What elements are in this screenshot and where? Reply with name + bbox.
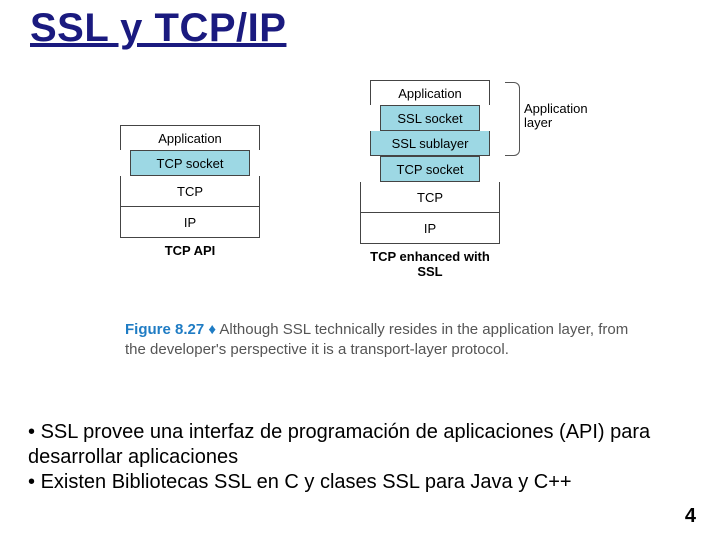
diagram: Application TCP socket TCP IP TCP API Ap… bbox=[110, 80, 610, 310]
bullet-1-text: SSL provee una interfaz de programación … bbox=[28, 421, 650, 468]
bullet-2-marker: • bbox=[28, 471, 41, 493]
bracket-icon bbox=[505, 82, 520, 156]
bullet-2-text: Existen Bibliotecas SSL en C y clases SS… bbox=[41, 471, 572, 493]
box-ip: IP bbox=[120, 207, 260, 238]
bullet-1-marker: • bbox=[28, 421, 41, 443]
figure-caption: Figure 8.27 ♦ Although SSL technically r… bbox=[125, 320, 635, 361]
slide-title: SSL y TCP/IP bbox=[30, 6, 286, 51]
right-stack: Application SSL socket SSL sublayer TCP … bbox=[360, 80, 500, 279]
box-ip-r: IP bbox=[360, 213, 500, 244]
box-tcp: TCP bbox=[120, 176, 260, 207]
figure-number: Figure 8.27 bbox=[125, 321, 204, 338]
bullet-list: • SSL provee una interfaz de programació… bbox=[28, 420, 693, 495]
bracket-label: Application layer bbox=[524, 102, 614, 131]
page-number: 4 bbox=[685, 505, 696, 528]
left-stack-label: TCP API bbox=[120, 243, 260, 258]
left-stack: Application TCP socket TCP IP TCP API bbox=[120, 125, 260, 258]
box-application: Application bbox=[120, 125, 260, 150]
box-ssl-socket: SSL socket bbox=[380, 105, 480, 131]
box-ssl-sublayer: SSL sublayer bbox=[370, 131, 490, 156]
box-tcp-socket: TCP socket bbox=[130, 150, 250, 176]
box-application-r: Application bbox=[370, 80, 490, 105]
slide: SSL y TCP/IP Application TCP socket TCP … bbox=[0, 0, 720, 540]
diamond-icon: ♦ bbox=[208, 321, 216, 338]
box-tcp-r: TCP bbox=[360, 182, 500, 213]
bullet-2: • Existen Bibliotecas SSL en C y clases … bbox=[28, 470, 693, 495]
bullet-1: • SSL provee una interfaz de programació… bbox=[28, 420, 693, 470]
box-tcp-socket-r: TCP socket bbox=[380, 156, 480, 182]
right-stack-label: TCP enhanced with SSL bbox=[360, 249, 500, 279]
